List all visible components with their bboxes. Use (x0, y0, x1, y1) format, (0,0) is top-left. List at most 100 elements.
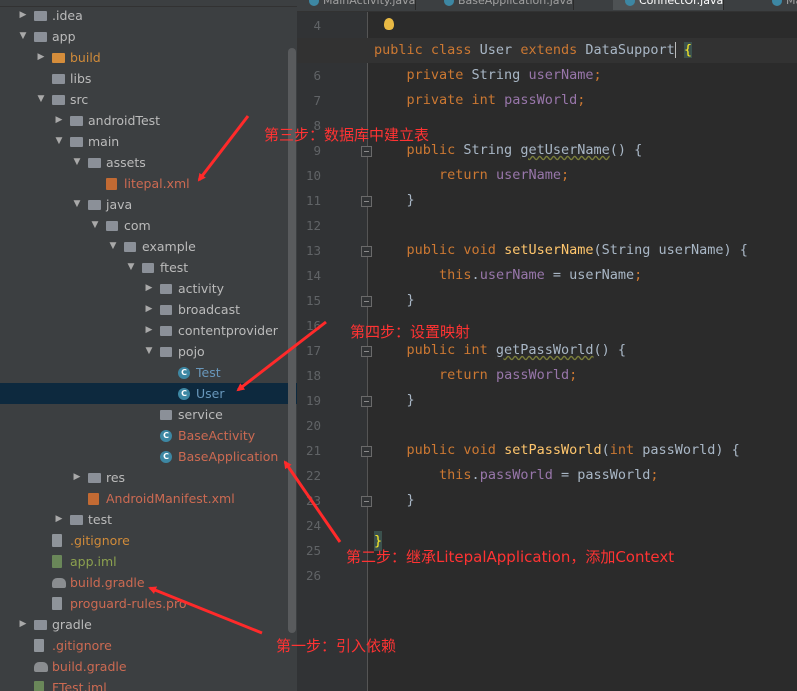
chevron-right-icon[interactable]: ▶ (144, 278, 154, 299)
editor-tab[interactable]: Ma (760, 0, 797, 10)
tree-item-label: .gitignore (70, 533, 130, 548)
package-icon (142, 263, 154, 273)
code-line[interactable]: private String userName; (297, 63, 797, 88)
chevron-right-icon[interactable]: ▶ (36, 47, 46, 68)
tree-item[interactable]: ▼ java (0, 194, 290, 215)
tree-item-label: activity (178, 281, 225, 296)
package-icon (160, 305, 172, 315)
chevron-right-icon[interactable]: ▶ (18, 614, 28, 635)
tree-item[interactable]: ▼ pojo (0, 341, 290, 362)
tree-item[interactable]: C BaseActivity (0, 425, 290, 446)
tree-item[interactable]: libs (0, 68, 290, 89)
tree-item[interactable]: .gitignore (0, 635, 290, 656)
tree-item[interactable]: FTest.iml (0, 677, 290, 691)
tree-item[interactable]: ▼ src (0, 89, 290, 110)
chevron-down-icon[interactable]: ▼ (72, 194, 82, 215)
code-line[interactable] (297, 213, 797, 238)
tree-item[interactable]: ▶ broadcast (0, 299, 290, 320)
tree-item[interactable]: ▶ androidTest (0, 110, 290, 131)
code-line[interactable] (297, 13, 797, 38)
tree-item-label: broadcast (178, 302, 240, 317)
chevron-right-icon[interactable]: ▶ (72, 467, 82, 488)
tree-item-label: FTest.iml (52, 680, 107, 691)
code-token: getPassWorld (495, 342, 594, 358)
code-token: ; (560, 167, 570, 183)
tree-item[interactable]: ▶ .idea (0, 5, 290, 26)
tree-item[interactable]: ▼ example (0, 236, 290, 257)
tree-item[interactable]: .gitignore (0, 530, 290, 551)
tree-item-label: assets (106, 155, 146, 170)
tree-item[interactable]: service (0, 404, 290, 425)
tree-item[interactable]: proguard-rules.pro (0, 593, 290, 614)
code-line[interactable] (297, 513, 797, 538)
code-token: { (683, 42, 693, 58)
tree-item[interactable]: litepal.xml (0, 173, 290, 194)
tree-item[interactable]: C User (0, 383, 297, 404)
chevron-right-icon[interactable]: ▶ (18, 5, 28, 26)
code-text: private String userName; (374, 63, 602, 88)
chevron-right-icon[interactable]: ▶ (54, 509, 64, 530)
tree-item[interactable]: ▼ assets (0, 152, 290, 173)
tree-item[interactable]: ▼ com (0, 215, 290, 236)
code-line[interactable]: } (297, 388, 797, 413)
tree-item[interactable]: ▼ main (0, 131, 290, 152)
code-line[interactable]: public class User extends DataSupport { (297, 38, 797, 63)
code-line[interactable]: this.passWorld = passWorld; (297, 463, 797, 488)
annotation-step1: 第一步：引入依赖 (276, 637, 397, 655)
tree-item[interactable]: build.gradle (0, 656, 290, 677)
code-token: getUserName (520, 142, 610, 158)
chevron-down-icon[interactable]: ▼ (54, 131, 64, 152)
tree-item[interactable]: ▶ res (0, 467, 290, 488)
chevron-down-icon[interactable]: ▼ (36, 89, 46, 110)
code-line[interactable]: return passWorld; (297, 363, 797, 388)
code-text: } (374, 488, 415, 513)
code-token: this (439, 467, 472, 483)
code-line[interactable]: this.userName = userName; (297, 263, 797, 288)
tree-item[interactable]: AndroidManifest.xml (0, 488, 290, 509)
chevron-down-icon[interactable]: ▼ (72, 152, 82, 173)
tree-item[interactable]: build.gradle (0, 572, 290, 593)
tree-item-label: contentprovider (178, 323, 278, 338)
tree-item[interactable]: ▼ app (0, 26, 290, 47)
tree-item[interactable]: C Test (0, 362, 290, 383)
tree-item[interactable]: ▼ ftest (0, 257, 290, 278)
package-icon (124, 242, 136, 252)
chevron-down-icon[interactable]: ▼ (90, 215, 100, 236)
tree-item[interactable]: app.iml (0, 551, 290, 572)
tree-item[interactable]: ▶ contentprovider (0, 320, 290, 341)
code-line[interactable]: private int passWorld; (297, 88, 797, 113)
tree-item-label: pojo (178, 344, 205, 359)
code-editor: MainActivity.java BaseApplication.java Con… (297, 0, 797, 691)
code-text: this.passWorld = passWorld; (374, 463, 659, 488)
code-line[interactable]: public void setPassWorld(int passWorld) … (297, 438, 797, 463)
tree-item[interactable]: ▶ gradle (0, 614, 290, 635)
tree-item[interactable]: C BaseApplication (0, 446, 290, 467)
chevron-down-icon[interactable]: ▼ (18, 26, 28, 47)
code-line[interactable]: } (297, 488, 797, 513)
tree-item[interactable]: ▶ activity (0, 278, 290, 299)
editor-tab[interactable]: BaseApplication.java (432, 0, 574, 10)
chevron-right-icon[interactable]: ▶ (54, 110, 64, 131)
code-text: public void setPassWorld(int passWorld) … (374, 438, 740, 463)
editor-tab[interactable]: MainActivity.java (297, 0, 417, 10)
chevron-down-icon[interactable]: ▼ (108, 236, 118, 257)
chevron-right-icon[interactable]: ▶ (144, 320, 154, 341)
code-token: ; (593, 67, 602, 83)
tree-item[interactable]: ▶ test (0, 509, 290, 530)
tree-item[interactable]: ▶ build (0, 47, 290, 68)
code-line[interactable] (297, 413, 797, 438)
code-line[interactable]: public void setUserName(String userName)… (297, 238, 797, 263)
chevron-down-icon[interactable]: ▼ (144, 341, 154, 362)
editor-tab[interactable]: ConnectOr.java (613, 0, 725, 10)
code-token: extends (520, 42, 586, 58)
code-line[interactable]: return userName; (297, 163, 797, 188)
code-token: () { (609, 142, 643, 158)
code-line[interactable]: } (297, 188, 797, 213)
code-token: userName (479, 267, 545, 283)
code-text: } (374, 388, 415, 413)
chevron-down-icon[interactable]: ▼ (126, 257, 136, 278)
chevron-right-icon[interactable]: ▶ (144, 299, 154, 320)
code-line[interactable]: } (297, 288, 797, 313)
